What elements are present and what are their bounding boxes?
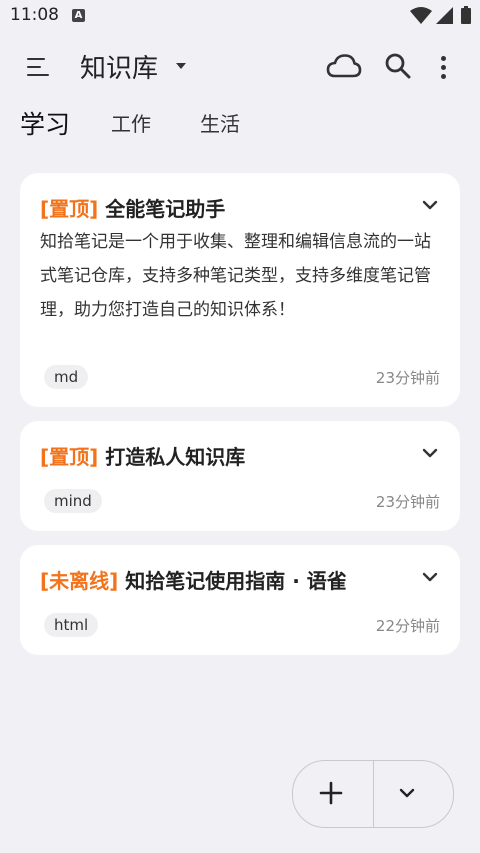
cloud-sync-icon[interactable]: [326, 52, 362, 82]
more-dot: [441, 65, 446, 70]
note-timestamp: 23分钟前: [375, 369, 440, 387]
category-tabs: 学习 工作 生活: [0, 100, 480, 146]
note-card[interactable]: [置顶] 全能笔记助手 知拾笔记是一个用于收集、整理和编辑信息流的一站式笔记仓库…: [20, 173, 460, 407]
more-dot: [441, 74, 446, 79]
note-title-text: 打造私人知识库: [105, 445, 246, 469]
note-title: [置顶] 全能笔记助手: [40, 193, 225, 222]
offline-tag: [未离线]: [40, 569, 119, 593]
menu-button[interactable]: [22, 52, 56, 82]
menu-icon-line: [27, 66, 41, 68]
note-timestamp: 22分钟前: [375, 617, 440, 635]
caret-down-icon[interactable]: [176, 63, 186, 69]
pinned-tag: [置顶]: [40, 445, 99, 469]
note-preview: 知拾笔记是一个用于收集、整理和编辑信息流的一站式笔记仓库，支持多种笔记类型，支持…: [40, 232, 431, 320]
search-icon[interactable]: [383, 51, 413, 81]
note-type-chip: md: [44, 365, 89, 389]
note-type-chip: mind: [44, 489, 102, 513]
pinned-tag: [置顶]: [40, 197, 99, 221]
chevron-down-icon: [399, 788, 415, 798]
plus-icon: [319, 781, 343, 805]
status-time: 11:08: [10, 5, 59, 25]
wifi-icon: [410, 7, 432, 24]
signal-icon: [436, 7, 453, 24]
fab-group: [292, 760, 454, 828]
note-title: [未离线] 知拾笔记使用指南 · 语雀: [40, 565, 347, 594]
chevron-down-icon[interactable]: [422, 447, 438, 459]
note-card[interactable]: [未离线] 知拾笔记使用指南 · 语雀 html 22分钟前: [20, 545, 460, 655]
app-bar: 知识库: [0, 34, 480, 98]
tab-work[interactable]: 工作: [111, 108, 151, 137]
add-note-button[interactable]: [293, 761, 373, 827]
battery-icon: [461, 6, 471, 24]
more-options-icon[interactable]: [432, 52, 454, 82]
notification-a-icon: A: [72, 9, 85, 22]
tab-life[interactable]: 生活: [200, 108, 240, 137]
add-options-button[interactable]: [374, 761, 453, 827]
status-bar: 11:08 A: [0, 0, 480, 34]
note-card[interactable]: [置顶] 打造私人知识库 mind 23分钟前: [20, 421, 460, 531]
library-title-dropdown[interactable]: 知识库: [80, 48, 158, 85]
note-type-chip: html: [44, 613, 99, 637]
menu-icon: [27, 58, 45, 60]
note-title: [置顶] 打造私人知识库: [40, 441, 245, 470]
note-title-text: 全能笔记助手: [105, 197, 226, 221]
chevron-down-icon[interactable]: [422, 571, 438, 583]
tab-study[interactable]: 学习: [20, 105, 70, 141]
chevron-down-icon[interactable]: [422, 199, 438, 211]
note-timestamp: 23分钟前: [375, 493, 440, 511]
more-dot: [441, 56, 446, 61]
menu-icon-line: [27, 74, 49, 76]
note-title-text: 知拾笔记使用指南 · 语雀: [125, 569, 347, 593]
